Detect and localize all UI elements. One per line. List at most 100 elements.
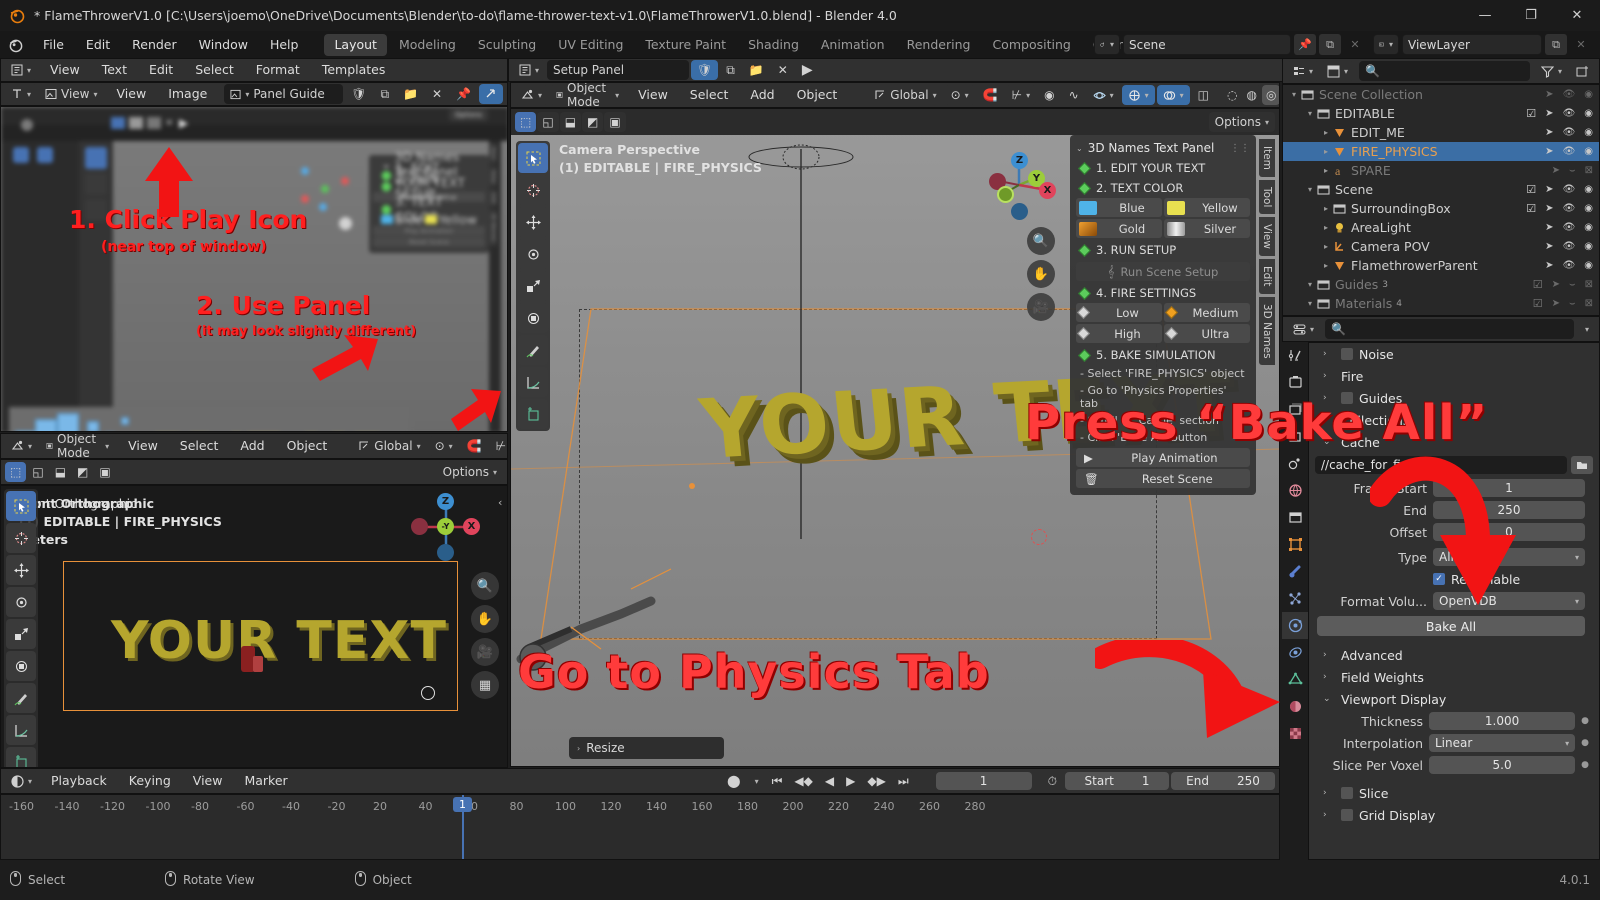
disable-render-icon[interactable]: ◉ [1584,260,1593,271]
main-tool-rotate-icon[interactable] [518,239,548,269]
chevron-right-noise[interactable]: › [1323,349,1335,359]
toggle-ortho-icon[interactable]: ▦ [471,671,499,699]
thickness-field[interactable]: 1.000 [1429,712,1576,730]
blender-menu-icon[interactable] [0,37,32,53]
outliner-row-10[interactable]: ▾ Guides 3 ☑ ➤ ⌣ ⊠ [1283,275,1599,294]
jump-end-icon[interactable]: ⏭ [892,771,914,791]
main-visibility-icon[interactable]: ▾ [1087,85,1120,105]
main-tool-scale-icon[interactable] [518,271,548,301]
scene-name-field[interactable]: Scene [1123,34,1291,55]
main-tool-add-cube-icon[interactable] [518,399,548,429]
tool-rotate-icon[interactable] [6,587,36,617]
checkbox-icon[interactable]: ☑ [1533,278,1543,291]
prev-keyframe-icon[interactable]: ◀◆ [789,771,818,791]
offset-field[interactable]: 0 [1433,523,1585,541]
main-camera-view-icon[interactable]: 🎥 [1027,293,1055,321]
disclosure-triangle-icon[interactable]: ▸ [1319,128,1333,137]
reset-scene-button[interactable]: 🗑 Reset Scene [1076,469,1250,488]
tab-scene-icon[interactable] [1282,450,1308,477]
front-pivot-icon[interactable]: ⊙ ▾ [428,436,459,456]
workspace-tab-animation[interactable]: Animation [811,34,895,56]
workspace-tab-shading[interactable]: Shading [738,34,809,56]
editor-type-icon-vp1[interactable]: ▾ [515,85,549,105]
maximize-button[interactable]: ❐ [1508,0,1554,31]
panel-drag-icon[interactable]: ⋮⋮ [1230,143,1250,154]
main-menu-select[interactable]: Select [679,84,740,106]
front-orientation-selector[interactable]: Global ▾ [352,436,426,456]
selectable-icon[interactable]: ➤ [1545,89,1553,100]
animate-dot-icon-3[interactable]: ● [1581,760,1589,770]
chevron-right-fieldweights[interactable]: › [1323,672,1335,682]
main-menu-view[interactable]: View [627,84,679,106]
front-menu-select[interactable]: Select [169,435,230,457]
sidebar-tab-3d-names[interactable]: 3D Names [1259,296,1275,366]
tab-collection-icon[interactable] [1282,504,1308,531]
select-subtract-icon[interactable]: ⬓ [49,462,72,482]
main-snap-magnet-icon[interactable]: 🧲 [977,85,1004,105]
unlink-image-icon[interactable]: ✕ [426,84,448,104]
disable-render-icon[interactable]: ⊠ [1585,165,1593,176]
disable-render-icon[interactable]: ◉ [1584,203,1593,214]
selectable-icon[interactable]: ➤ [1545,184,1553,195]
tab-texture-icon[interactable] [1282,720,1308,747]
animate-dot-icon[interactable]: ● [1581,716,1589,726]
image-menu-image[interactable]: Image [157,83,218,105]
hide-viewport-icon[interactable]: 👁 [1563,127,1576,138]
outliner-row-4[interactable]: ▸ a SPARE ➤ ⌣ ⊠ [1283,161,1599,180]
tool-measure-icon[interactable] [6,715,36,745]
outliner-editor-type-icon[interactable]: ▾ [1287,61,1320,81]
front-mode-selector[interactable]: Object Mode ▾ [40,434,116,458]
pin-scene-icon[interactable]: 📌 [1294,34,1316,55]
text-menu-templates[interactable]: Templates [311,59,397,81]
play-reverse-icon[interactable]: ◀ [819,771,840,791]
selectable-icon[interactable]: ➤ [1545,108,1553,119]
select-extend-icon[interactable]: ◱ [27,462,49,482]
timeline[interactable]: -160-140-120-100-80-60-40-20204060801001… [0,794,1280,860]
menu-help[interactable]: Help [259,34,310,56]
folder-icon[interactable] [1571,456,1593,474]
outliner-row-9[interactable]: ▸ FlamethrowerParent ➤ 👁 ◉ [1283,256,1599,275]
checkbox-icon[interactable]: ☑ [1533,297,1543,310]
hide-viewport-icon[interactable]: 👁 [1563,241,1576,252]
resize-operator-panel[interactable]: › Resize [569,737,724,759]
image-datablock-field[interactable]: ▾ Panel Guide [224,84,344,104]
workspace-tab-rendering[interactable]: Rendering [897,34,981,56]
disclosure-triangle-icon[interactable]: ▸ [1319,147,1333,156]
end-frame-field[interactable]: End 250 [1171,772,1275,790]
checkbox-icon[interactable]: ☑ [1526,202,1536,215]
text-menu-text[interactable]: Text [91,59,138,81]
quality-high-button[interactable]: High [1076,324,1162,343]
script-fake-user-icon[interactable]: 🛡 [691,60,719,80]
main-pan-hand-icon[interactable]: ✋ [1027,260,1055,288]
noise-checkbox[interactable] [1341,348,1353,360]
disclosure-triangle-icon[interactable]: ▾ [1303,109,1317,118]
auto-keying-icon[interactable]: ⬤ [721,771,746,791]
properties-editor-type-icon[interactable]: ▾ [1287,319,1321,339]
disable-render-icon[interactable]: ◉ [1584,127,1593,138]
hide-viewport-icon[interactable]: 👁 [1563,108,1576,119]
pan-hand-icon[interactable]: ✋ [471,605,499,633]
chevron-right-slice[interactable]: › [1323,788,1335,798]
main-select-invert-icon[interactable]: ◩ [582,112,604,132]
select-intersect-icon[interactable]: ▣ [94,462,116,482]
timeline-editor-type-icon[interactable]: ▾ [5,771,39,791]
front-menu-object[interactable]: Object [276,435,339,457]
disclosure-triangle-icon[interactable]: ▸ [1319,204,1333,213]
play-forward-icon[interactable]: ▶ [841,771,861,791]
end-field[interactable]: 250 [1433,501,1585,519]
outliner-search-input[interactable]: 🔍 [1359,61,1530,81]
disable-render-icon[interactable]: ◉ [1584,241,1593,252]
hide-viewport-icon[interactable]: 👁 [1563,146,1576,157]
properties-options-icon[interactable]: ▾ [1579,319,1595,339]
open-image-icon[interactable]: 📁 [397,84,424,104]
disclosure-triangle-icon[interactable]: ▸ [1319,166,1333,175]
hide-viewport-icon[interactable]: 👁 [1563,222,1576,233]
main-view-gizmo[interactable]: Z Y X [979,145,1059,225]
camera-view-icon[interactable]: 🎥 [471,638,499,666]
image-display-toggle[interactable] [479,84,503,104]
main-tool-move-icon[interactable] [518,207,548,237]
delete-viewlayer-icon[interactable]: ✕ [1570,34,1592,55]
tool-add-cube-icon[interactable] [6,747,36,767]
slice-per-voxel-field[interactable]: 5.0 [1429,756,1576,774]
main-xray-icon[interactable]: ◫ [1192,85,1215,105]
